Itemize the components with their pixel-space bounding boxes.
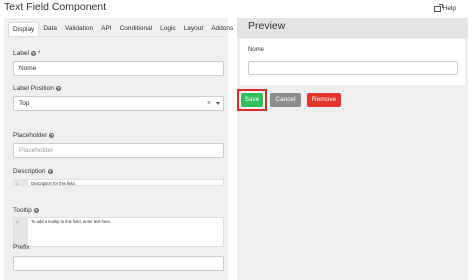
dialog-title: Text Field Component	[4, 1, 107, 13]
preview-title: Preview	[248, 20, 286, 32]
help-icon: ?	[30, 51, 36, 56]
help-icon: ?	[55, 86, 61, 91]
tab-api[interactable]: API	[97, 22, 115, 36]
tab-layout[interactable]: Layout	[180, 22, 208, 36]
help-icon: ?	[33, 208, 39, 213]
description-editor[interactable]: 1 Description for this field.	[13, 179, 224, 186]
tooltip-field-label: Tooltip ?	[13, 207, 39, 214]
tooltip-content: To add a tooltip to this field, enter te…	[31, 219, 112, 224]
tooltip-text: Tooltip	[13, 207, 32, 214]
line-number: 1	[16, 219, 19, 224]
preview-body: Nome	[240, 39, 465, 85]
label-text: Label	[13, 50, 29, 57]
label-position-select[interactable]: Top ×	[13, 96, 224, 111]
prefix-text: Prefix	[13, 244, 30, 251]
label-input[interactable]: Nome	[13, 61, 224, 76]
tab-logic[interactable]: Logic	[156, 22, 180, 36]
prefix-field-label: Prefix	[13, 244, 30, 251]
preview-field-label: Nome	[248, 47, 265, 53]
save-button[interactable]: Save	[241, 93, 263, 107]
prefix-input[interactable]	[13, 256, 224, 271]
placeholder-field-label: Placeholder ?	[13, 132, 55, 139]
line-number: 1	[16, 181, 19, 186]
settings-panel: Display Data Validation API Conditional …	[4, 18, 233, 280]
preview-input[interactable]	[248, 61, 458, 75]
label-field-label: Label ? *	[13, 50, 40, 57]
tab-bar: Display Data Validation API Conditional …	[8, 22, 237, 37]
preview-panel: Preview Nome Save Cancel Remove	[237, 18, 468, 280]
chevron-down-icon[interactable]	[216, 102, 220, 105]
tab-validation[interactable]: Validation	[61, 22, 97, 36]
tabs-divider	[8, 36, 224, 37]
help-icon: ?	[49, 133, 55, 138]
preview-header: Preview	[237, 18, 468, 38]
tooltip-editor[interactable]: 1 To add a tooltip to this field, enter …	[13, 217, 224, 247]
required-marker: *	[37, 50, 41, 57]
tab-display[interactable]: Display	[8, 22, 40, 37]
cancel-button[interactable]: Cancel	[270, 93, 301, 107]
help-label: Help	[442, 5, 456, 12]
label-position-label: Label Position ?	[13, 85, 61, 92]
label-position-text: Label Position	[13, 85, 54, 92]
placeholder-input[interactable]: Placeholder	[13, 143, 224, 158]
tab-conditional[interactable]: Conditional	[116, 22, 157, 36]
description-content: Description for this field.	[31, 181, 76, 186]
clear-icon[interactable]: ×	[207, 97, 211, 110]
tab-data[interactable]: Data	[39, 22, 61, 36]
description-text: Description	[13, 168, 46, 175]
help-link[interactable]: Help	[433, 3, 456, 12]
description-field-label: Description ?	[13, 168, 53, 175]
external-link-icon	[433, 3, 443, 12]
remove-button[interactable]: Remove	[307, 93, 341, 107]
placeholder-text: Placeholder	[13, 132, 48, 139]
label-position-value: Top	[19, 100, 30, 107]
tab-addons[interactable]: Addons	[207, 22, 237, 36]
help-icon: ?	[47, 169, 53, 174]
